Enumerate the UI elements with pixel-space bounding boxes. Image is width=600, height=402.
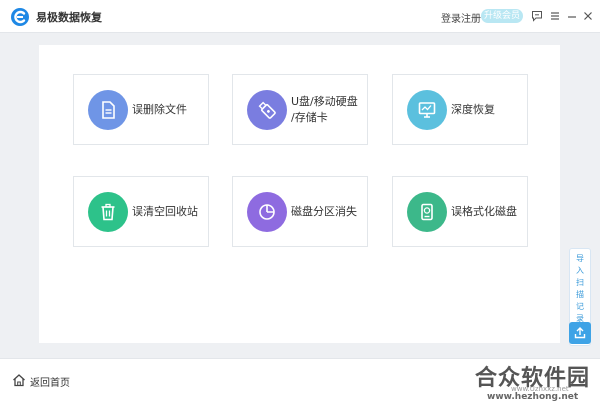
login-register-link[interactable]: 登录注册 [441, 10, 481, 25]
card-icon-circle [88, 90, 128, 130]
import-scan-record-label: 导入扫描记录 [576, 254, 584, 323]
card-label: 误删除文件 [132, 102, 187, 116]
card-label: 深度恢复 [451, 102, 495, 116]
monitor-icon [418, 102, 436, 118]
card-icon-circle [407, 90, 447, 130]
card-icon-circle [407, 192, 447, 232]
card-deep-recovery[interactable]: 深度恢复 [392, 74, 528, 145]
document-icon [102, 101, 115, 119]
home-icon[interactable] [12, 373, 26, 387]
card-usb-storage[interactable]: U盘/移动硬盘 /存储卡 [232, 74, 368, 145]
title-bar: 易极数据恢复 登录注册 升级会员 [0, 0, 600, 33]
close-icon[interactable] [582, 10, 594, 22]
footer-bar: 返回首页 合众软件园 www.Uzhxxz.net www.hezhong.ne… [0, 358, 600, 402]
menu-icon[interactable] [549, 10, 561, 22]
card-formatted-disk[interactable]: 误格式化磁盘 [392, 176, 528, 247]
feedback-icon[interactable] [531, 10, 543, 22]
card-label: U盘/移动硬盘 /存储卡 [291, 94, 358, 124]
card-icon-circle [88, 192, 128, 232]
card-recycle-bin[interactable]: 误清空回收站 [73, 176, 209, 247]
import-upload-button[interactable] [569, 322, 591, 344]
pie-chart-icon [259, 204, 275, 220]
main-panel: 误删除文件 U盘/移动硬盘 /存储卡 深度恢复 误清空回收站 磁盘分区消失 误格… [39, 45, 560, 343]
back-home-link[interactable]: 返回首页 [30, 374, 70, 389]
upload-icon [574, 327, 586, 339]
upgrade-member-button[interactable]: 升级会员 [481, 9, 523, 23]
app-title: 易极数据恢复 [36, 11, 102, 24]
card-icon-circle [247, 192, 287, 232]
card-partition-lost[interactable]: 磁盘分区消失 [232, 176, 368, 247]
card-icon-circle [247, 90, 287, 130]
watermark: 合众软件园 www.Uzhxxz.net www.hezhong.net [475, 360, 600, 402]
watermark-url: www.hezhong.net [487, 392, 579, 402]
app-logo-icon [11, 8, 29, 26]
card-deleted-files[interactable]: 误删除文件 [73, 74, 209, 145]
card-label: 误格式化磁盘 [451, 204, 517, 218]
minimize-icon[interactable] [566, 10, 578, 22]
card-label: 磁盘分区消失 [291, 204, 357, 218]
card-label: 误清空回收站 [132, 204, 198, 218]
usb-drive-icon [258, 101, 276, 119]
disk-icon [421, 203, 433, 221]
trash-icon [101, 203, 115, 221]
